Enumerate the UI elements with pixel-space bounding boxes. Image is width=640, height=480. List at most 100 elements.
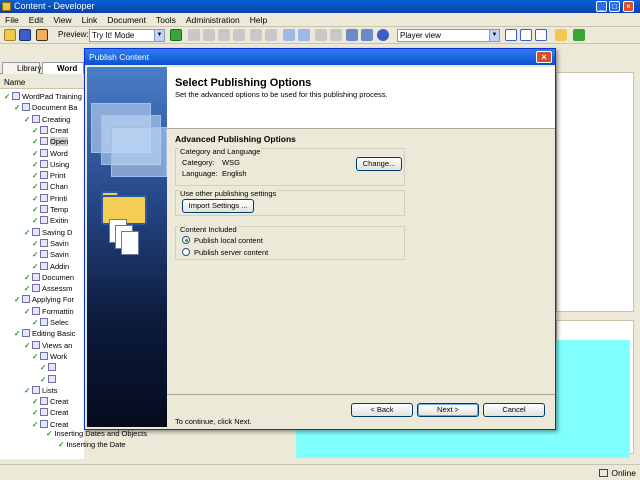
change-button[interactable]: Change... — [356, 157, 402, 171]
category-value: WSG — [222, 158, 240, 167]
minimize-button[interactable]: _ — [596, 1, 607, 12]
refresh-icon[interactable] — [573, 29, 585, 41]
tab-library[interactable]: Library — [2, 62, 41, 74]
cut-icon[interactable] — [188, 29, 200, 41]
replace-icon[interactable] — [361, 29, 373, 41]
topic-icon — [32, 114, 40, 123]
radio-publish-local[interactable]: Publish local content — [182, 236, 263, 245]
open-folder-icon[interactable] — [4, 29, 16, 41]
topic-icon — [40, 419, 48, 428]
tree-row-label: Applying For — [32, 295, 75, 305]
tree-row-label: Views an — [42, 340, 73, 350]
back-button[interactable]: < Back — [351, 403, 413, 417]
preview-mode-select[interactable]: Try It! Mode ▼ — [89, 29, 165, 42]
tree-row[interactable]: ✓ Chan — [32, 181, 68, 192]
publish-content-dialog: Publish Content × Select Publishing Opti… — [84, 48, 556, 430]
tree-row-label: Editing Basic — [32, 329, 76, 339]
menu-tools[interactable]: Tools — [151, 13, 181, 27]
category-label: Category: — [182, 158, 215, 167]
tree-row-label: Exitin — [50, 216, 69, 226]
tree-row[interactable]: ✓ — [40, 374, 58, 385]
tree-row[interactable]: ✓ Assessm — [24, 283, 72, 294]
tree-row-label: Creat — [50, 419, 69, 429]
move-up-icon[interactable] — [315, 29, 327, 41]
dialog-close-button[interactable]: × — [536, 51, 552, 63]
tree-row-label: Printi — [50, 193, 68, 203]
tree-row[interactable]: ✓ Printi — [32, 193, 67, 204]
tree-row[interactable]: ✓ WordPad Training — [4, 91, 82, 102]
find-icon[interactable] — [346, 29, 358, 41]
maximize-button[interactable]: □ — [609, 1, 620, 12]
tab-word-label: Word — [57, 64, 78, 73]
menu-help[interactable]: Help — [245, 13, 272, 27]
tree-row-inserting-date[interactable]: ✓ Inserting the Date — [58, 440, 126, 449]
paste-icon[interactable] — [218, 29, 230, 41]
tree-row[interactable]: ✓ Creat — [32, 396, 68, 407]
import-settings-button[interactable]: Import Settings ... — [182, 199, 254, 213]
tree-row[interactable]: ✓ Creat — [32, 407, 68, 418]
view-mode-select[interactable]: Player view ▼ — [397, 29, 500, 42]
tree-row[interactable]: ✓ Applying For — [14, 294, 74, 305]
publish-icon[interactable] — [36, 29, 48, 41]
save-icon[interactable] — [19, 29, 31, 41]
tree-row[interactable]: ✓ Open — [32, 136, 69, 147]
check-icon: ✓ — [32, 137, 39, 147]
tree-row[interactable]: ✓ Editing Basic — [14, 328, 75, 339]
folder-up-icon[interactable] — [555, 29, 567, 41]
layout-1-icon[interactable] — [505, 29, 517, 41]
tree-row[interactable]: ✓ Saving D — [24, 227, 72, 238]
tree-row[interactable]: ✓ Print — [32, 170, 65, 181]
check-icon: ✓ — [32, 205, 39, 214]
tree-row[interactable]: ✓ Word — [32, 148, 68, 159]
menu-edit[interactable]: Edit — [24, 13, 49, 27]
radio-unselected-icon — [182, 248, 190, 256]
tree-row[interactable]: ✓ Selec — [32, 317, 69, 328]
tree-row[interactable]: ✓ Creat — [32, 125, 68, 136]
check-icon: ✓ — [40, 374, 47, 384]
topic-icon — [32, 272, 40, 281]
dialog-title: Publish Content — [89, 52, 150, 62]
cancel-button[interactable]: Cancel — [483, 403, 545, 417]
tree-row[interactable]: ✓ Savin — [32, 249, 69, 260]
wizard-side-graphic — [87, 67, 167, 427]
layout-3-icon[interactable] — [535, 29, 547, 41]
tree-row[interactable]: ✓ Temp — [32, 204, 68, 215]
menu-administration[interactable]: Administration — [181, 13, 245, 27]
help-icon[interactable] — [377, 29, 389, 41]
tab-word[interactable]: Word — [42, 62, 84, 74]
menu-file[interactable]: File — [0, 13, 24, 27]
radio-publish-server[interactable]: Publish server content — [182, 248, 268, 257]
tree-row[interactable]: ✓ Formattin — [24, 306, 74, 317]
tree-row-inserting-dates[interactable]: ✓ Inserting Dates and Objects — [46, 429, 147, 438]
tree-row[interactable]: ✓ Using — [32, 159, 69, 170]
tree-row[interactable]: ✓ Documen — [24, 272, 74, 283]
outline-icon[interactable] — [265, 29, 277, 41]
tree-row[interactable]: ✓ Document Ba — [14, 102, 77, 113]
properties-icon[interactable] — [250, 29, 262, 41]
next-button[interactable]: Next > — [417, 403, 479, 417]
go-icon[interactable] — [170, 29, 182, 41]
tree-row[interactable]: ✓ — [40, 362, 58, 373]
copy-icon[interactable] — [203, 29, 215, 41]
tree-row[interactable]: ✓ Addin — [32, 261, 69, 272]
undo-icon[interactable] — [283, 29, 295, 41]
topic-icon — [12, 92, 20, 100]
menu-link[interactable]: Link — [77, 13, 103, 27]
tree-row[interactable]: ✓ Views an — [24, 340, 72, 351]
delete-icon[interactable] — [233, 29, 245, 41]
tree-row[interactable]: ✓ Creating — [24, 114, 70, 125]
window-close-button[interactable]: × — [623, 1, 634, 12]
tree-row[interactable]: ✓ Lists — [24, 385, 57, 396]
redo-icon[interactable] — [298, 29, 310, 41]
menu-view[interactable]: View — [48, 13, 76, 27]
menu-document[interactable]: Document — [102, 13, 151, 27]
tree-row-label: Formattin — [42, 306, 74, 316]
chevron-down-icon: ▼ — [489, 30, 499, 41]
check-icon: ✓ — [24, 227, 31, 237]
move-down-icon[interactable] — [330, 29, 342, 41]
tree-row[interactable]: ✓ Work — [32, 351, 67, 362]
group-title: Use other publishing settings — [179, 189, 278, 198]
tree-row[interactable]: ✓ Exitin — [32, 215, 68, 226]
layout-2-icon[interactable] — [520, 29, 532, 41]
tree-row[interactable]: ✓ Savin — [32, 238, 69, 249]
